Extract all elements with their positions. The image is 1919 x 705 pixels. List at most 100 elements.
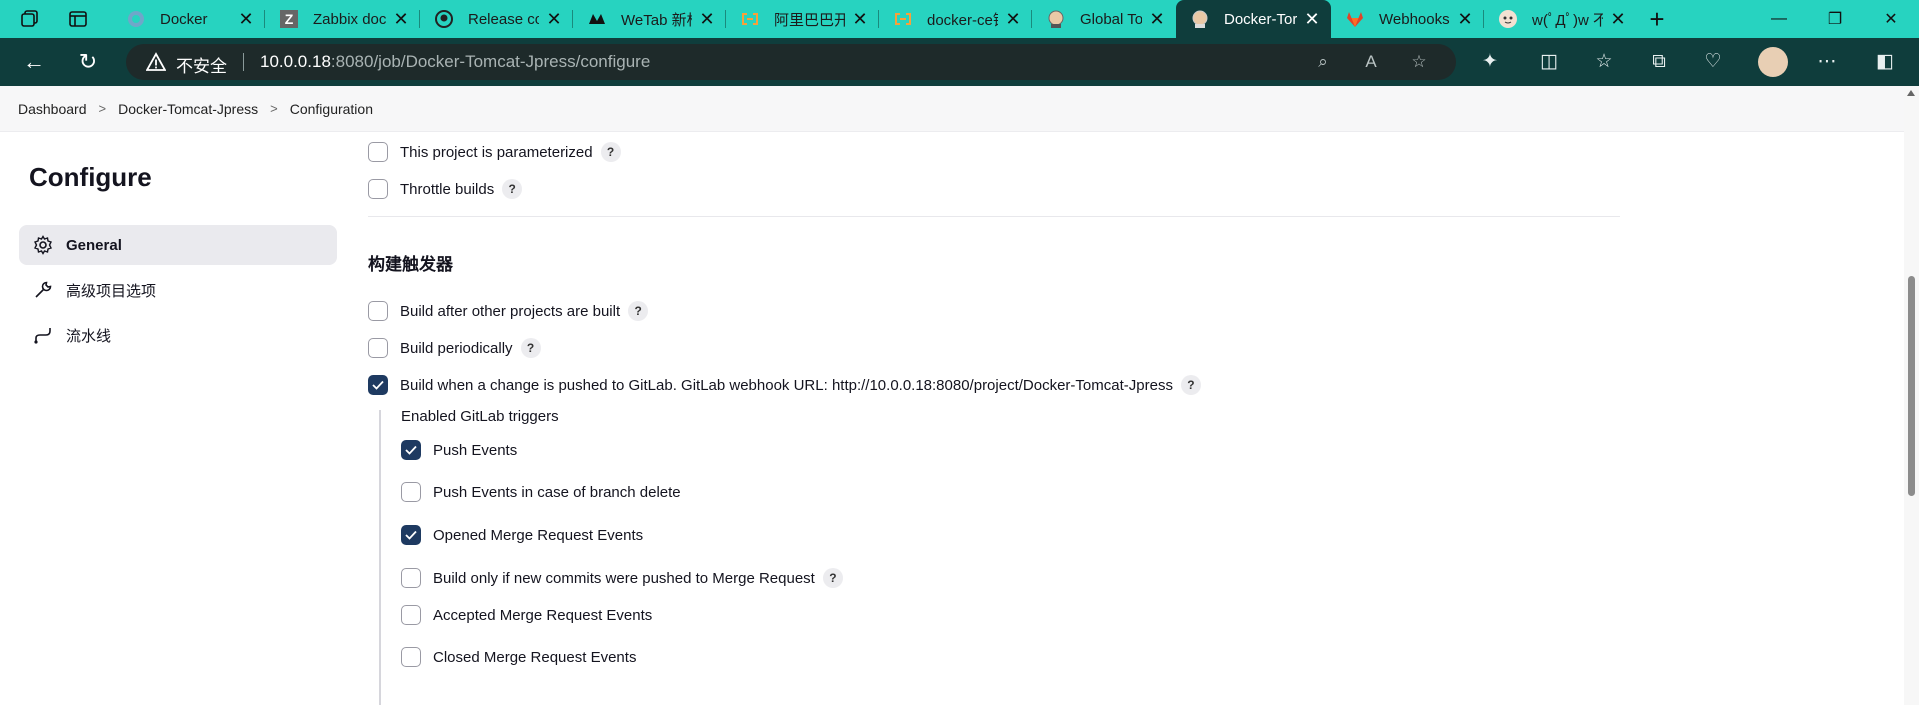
- close-tab-icon[interactable]: ✕: [237, 9, 255, 30]
- tab-actions-icon[interactable]: [68, 9, 88, 29]
- close-tab-icon[interactable]: ✕: [1303, 9, 1321, 30]
- pipeline-icon: [32, 324, 54, 346]
- window-controls: — ❐ ✕: [1751, 0, 1919, 38]
- close-tab-icon[interactable]: ✕: [1148, 9, 1166, 30]
- gitlab-trigger-new-commits-mr: Build only if new commits were pushed to…: [401, 568, 843, 588]
- tab-aliyun-1[interactable]: 阿里巴巴开 ✕: [726, 0, 879, 38]
- tab-zabbix[interactable]: Z Zabbix doc ✕: [265, 0, 420, 38]
- scrollbar-thumb[interactable]: [1908, 276, 1915, 496]
- trigger-after-other-projects: Build after other projects are built ?: [368, 301, 649, 321]
- address-bar[interactable]: 不安全 10.0.0.18:8080/job/Docker-Tomcat-Jpr…: [126, 44, 1456, 80]
- more-menu-icon[interactable]: ⋯: [1815, 50, 1839, 74]
- breadcrumb-dashboard[interactable]: Dashboard: [18, 101, 87, 117]
- breadcrumb: Dashboard > Docker-Tomcat-Jpress > Confi…: [0, 86, 1904, 132]
- profile-avatar[interactable]: [1758, 47, 1788, 77]
- accepted-mr-checkbox[interactable]: [401, 605, 421, 625]
- address-divider: [243, 53, 244, 71]
- section-divider: [368, 216, 1620, 217]
- tab-avatar-page[interactable]: w(ﾟДﾟ)w 不 ✕: [1484, 0, 1637, 38]
- docker-icon: [126, 9, 146, 29]
- trigger-build-periodically: Build periodically ?: [368, 338, 541, 358]
- sidebar-toggle-icon[interactable]: ◧: [1873, 50, 1897, 74]
- browser-essentials-icon[interactable]: ♡: [1701, 50, 1725, 74]
- tab-webhooks[interactable]: Webhooks ✕: [1331, 0, 1484, 38]
- new-tab-button[interactable]: +: [1637, 4, 1677, 35]
- checkmark-icon: [405, 530, 417, 540]
- gitlab-trigger-branch-delete: Push Events in case of branch delete: [401, 482, 681, 502]
- svg-text:Z: Z: [285, 11, 294, 27]
- wetab-icon: [587, 9, 607, 29]
- tab-docker[interactable]: Docker ✕: [112, 0, 265, 38]
- checkmark-icon: [405, 445, 417, 455]
- zabbix-icon: Z: [279, 9, 299, 29]
- favorite-star-icon[interactable]: ☆: [1409, 52, 1429, 72]
- gitlab-push-checkbox[interactable]: [368, 375, 388, 395]
- close-tab-icon[interactable]: ✕: [851, 9, 869, 30]
- help-icon[interactable]: ?: [628, 301, 649, 321]
- aliyun-icon: [740, 9, 760, 29]
- zoom-icon[interactable]: ⌕: [1313, 52, 1333, 72]
- collections-icon[interactable]: ⧉: [1647, 50, 1671, 74]
- close-tab-icon[interactable]: ✕: [545, 9, 563, 30]
- read-aloud-icon[interactable]: A: [1361, 52, 1381, 72]
- option-parameterized: This project is parameterized ?: [368, 142, 621, 162]
- sidebar-item-pipeline[interactable]: 流水线: [19, 315, 337, 355]
- help-icon[interactable]: ?: [520, 338, 541, 358]
- new-commits-mr-checkbox[interactable]: [401, 568, 421, 588]
- checkmark-icon: [372, 380, 384, 390]
- split-screen-icon[interactable]: ◫: [1537, 50, 1561, 74]
- tab-global-tool[interactable]: Global Tool ✕: [1032, 0, 1176, 38]
- warning-triangle-icon[interactable]: [145, 52, 167, 77]
- help-icon[interactable]: ?: [600, 142, 621, 162]
- close-tab-icon[interactable]: ✕: [392, 9, 410, 30]
- closed-mr-checkbox[interactable]: [401, 647, 421, 667]
- close-window-icon[interactable]: ✕: [1863, 9, 1919, 29]
- minimize-icon[interactable]: —: [1751, 10, 1807, 28]
- sidebar-item-general[interactable]: General: [19, 225, 337, 265]
- sidebar-item-advanced[interactable]: 高级项目选项: [19, 270, 337, 310]
- tab-docker-tomcat[interactable]: Docker-Tor ✕: [1176, 0, 1331, 38]
- tab-aliyun-2[interactable]: docker-ce镜 ✕: [879, 0, 1032, 38]
- github-icon: [434, 9, 454, 29]
- help-icon[interactable]: ?: [822, 568, 843, 588]
- after-other-projects-checkbox[interactable]: [368, 301, 388, 321]
- help-icon[interactable]: ?: [502, 179, 523, 199]
- close-tab-icon[interactable]: ✕: [1609, 9, 1627, 30]
- gitlab-icon: [1345, 9, 1365, 29]
- extensions-icon[interactable]: ✦: [1478, 50, 1502, 74]
- gitlab-triggers-label: Enabled GitLab triggers: [401, 408, 559, 425]
- page-scrollbar[interactable]: [1904, 86, 1919, 705]
- breadcrumb-configuration[interactable]: Configuration: [290, 101, 373, 117]
- avatar-icon: [1498, 9, 1518, 29]
- tab-release[interactable]: Release cor ✕: [420, 0, 573, 38]
- close-tab-icon[interactable]: ✕: [1004, 9, 1022, 30]
- help-icon[interactable]: ?: [1180, 375, 1201, 395]
- favorites-icon[interactable]: ☆: [1592, 50, 1616, 74]
- nested-section-line: [379, 410, 381, 705]
- section-heading-build-triggers: 构建触发器: [368, 255, 453, 274]
- gear-icon: [32, 234, 54, 256]
- jenkins-icon: [1190, 9, 1210, 29]
- refresh-icon[interactable]: ↻: [76, 50, 100, 74]
- wrench-icon: [32, 279, 54, 301]
- security-label[interactable]: 不安全: [176, 52, 227, 77]
- gitlab-trigger-closed-mr: Closed Merge Request Events: [401, 647, 636, 667]
- push-events-checkbox[interactable]: [401, 440, 421, 460]
- throttle-builds-checkbox[interactable]: [368, 179, 388, 199]
- back-arrow-icon[interactable]: ←: [22, 50, 46, 74]
- close-tab-icon[interactable]: ✕: [1456, 9, 1474, 30]
- trigger-gitlab-push: Build when a change is pushed to GitLab.…: [368, 375, 1201, 395]
- tab-wetab[interactable]: WeTab 新标 ✕: [573, 0, 726, 38]
- branch-delete-checkbox[interactable]: [401, 482, 421, 502]
- url-text[interactable]: 10.0.0.18:8080/job/Docker-Tomcat-Jpress/…: [260, 52, 650, 72]
- opened-mr-checkbox[interactable]: [401, 525, 421, 545]
- workspaces-icon[interactable]: [20, 9, 40, 29]
- breadcrumb-job[interactable]: Docker-Tomcat-Jpress: [118, 101, 258, 117]
- page-title: Configure: [29, 162, 152, 192]
- build-periodically-checkbox[interactable]: [368, 338, 388, 358]
- scroll-up-arrow-icon[interactable]: [1907, 90, 1915, 96]
- gitlab-trigger-opened-mr: Opened Merge Request Events: [401, 525, 643, 545]
- close-tab-icon[interactable]: ✕: [698, 9, 716, 30]
- restore-icon[interactable]: ❐: [1807, 9, 1863, 29]
- parameterized-checkbox[interactable]: [368, 142, 388, 162]
